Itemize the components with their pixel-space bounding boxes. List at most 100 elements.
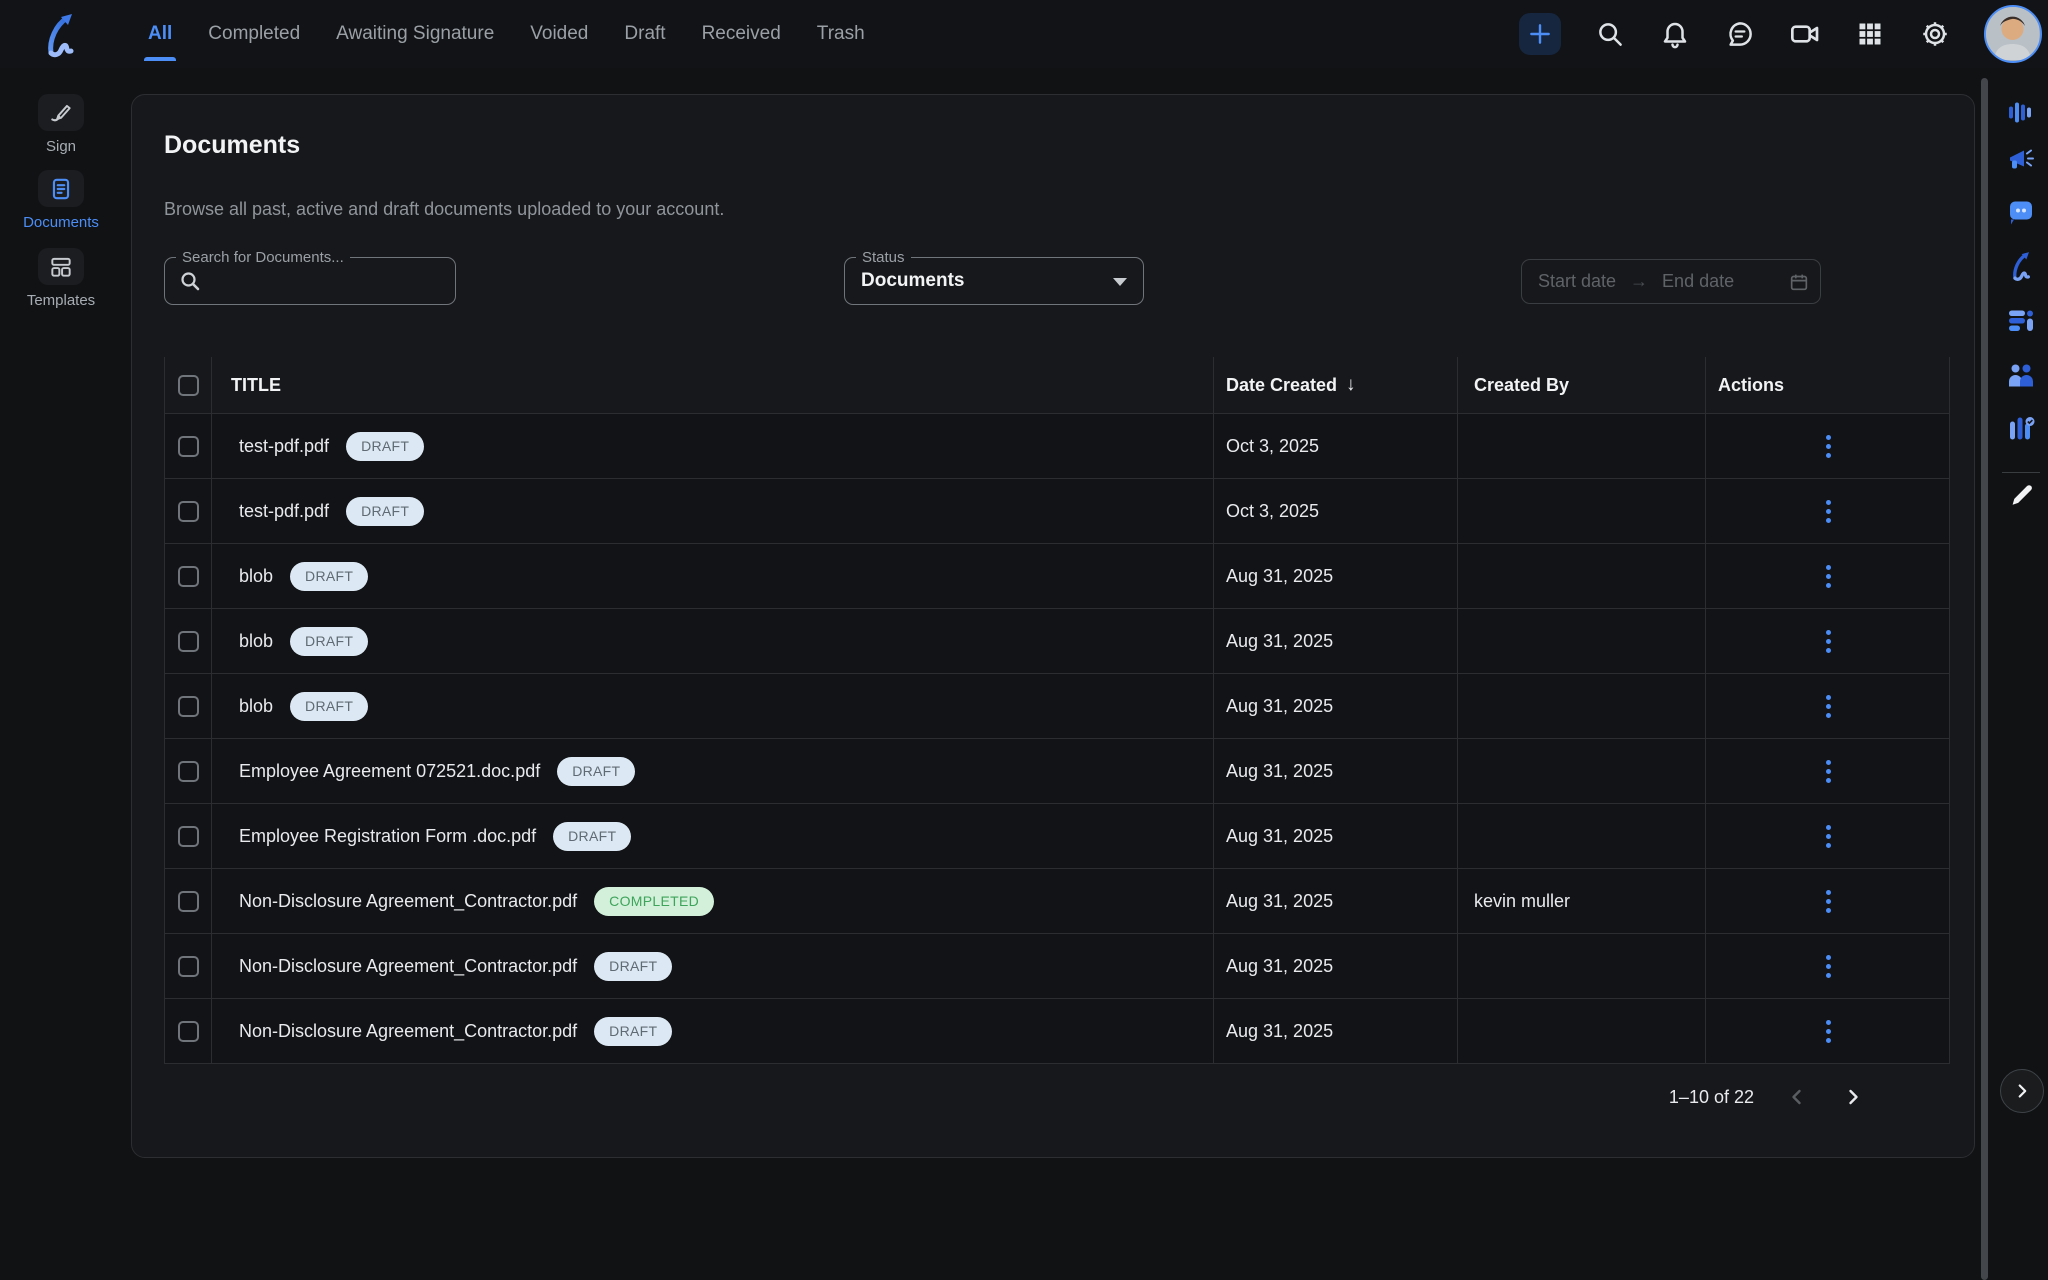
status-badge: DRAFT xyxy=(290,562,368,591)
row-actions-menu-button[interactable] xyxy=(1820,754,1837,789)
tab-trash[interactable]: Trash xyxy=(799,0,883,68)
row-actions-menu-button[interactable] xyxy=(1820,1014,1837,1049)
next-page-button[interactable] xyxy=(1840,1084,1866,1110)
status-badge: DRAFT xyxy=(346,432,424,461)
document-title: Employee Agreement 072521.doc.pdf xyxy=(239,761,540,782)
table-row: Employee Agreement 072521.doc.pdf DRAFT … xyxy=(165,739,1949,804)
status-badge: DRAFT xyxy=(290,692,368,721)
row-actions-menu-button[interactable] xyxy=(1820,689,1837,724)
status-select-label: Status xyxy=(856,249,911,266)
search-input[interactable]: Search for Documents... xyxy=(164,257,456,305)
apps-grid-icon xyxy=(1856,20,1884,48)
row-checkbox[interactable] xyxy=(178,501,199,522)
chevron-down-icon xyxy=(1113,278,1127,286)
column-header-date-created[interactable]: Date Created ↓ xyxy=(1214,357,1458,413)
table-row: blob DRAFT Aug 31, 2025 xyxy=(165,609,1949,674)
sidebar-item-label: Templates xyxy=(27,292,95,309)
row-actions-menu-button[interactable] xyxy=(1820,429,1837,464)
user-avatar[interactable] xyxy=(1984,5,2042,63)
page-scrollbar[interactable] xyxy=(1981,78,1988,1280)
row-checkbox[interactable] xyxy=(178,891,199,912)
row-actions-menu-button[interactable] xyxy=(1820,624,1837,659)
row-checkbox[interactable] xyxy=(178,631,199,652)
template-layout-icon xyxy=(48,254,74,280)
row-date-created: Aug 31, 2025 xyxy=(1226,891,1333,912)
tab-draft[interactable]: Draft xyxy=(606,0,683,68)
sidebar-item-templates[interactable]: Templates xyxy=(0,248,122,309)
document-title: blob xyxy=(239,696,273,717)
status-select[interactable]: Status Documents xyxy=(844,257,1144,305)
sidebar-collapse-button[interactable] xyxy=(2000,1069,2044,1113)
row-checkbox[interactable] xyxy=(178,761,199,782)
tab-voided[interactable]: Voided xyxy=(512,0,606,68)
video-meeting-button[interactable] xyxy=(1789,18,1821,50)
poll-icon[interactable] xyxy=(2006,98,2036,133)
user-photo xyxy=(1986,7,2039,60)
row-checkbox[interactable] xyxy=(178,956,199,977)
select-all-checkbox[interactable] xyxy=(178,375,199,396)
settings-button[interactable] xyxy=(1919,18,1951,50)
table-header: TITLE Date Created ↓ Created By Actions xyxy=(165,357,1949,414)
tab-received[interactable]: Received xyxy=(684,0,799,68)
status-badge: DRAFT xyxy=(594,952,672,981)
status-badge: DRAFT xyxy=(553,822,631,851)
search-icon xyxy=(1595,19,1625,49)
bell-icon xyxy=(1660,19,1690,49)
row-actions-menu-button[interactable] xyxy=(1820,819,1837,854)
row-date-created: Aug 31, 2025 xyxy=(1226,826,1333,847)
document-icon xyxy=(48,176,74,202)
pagination-range: 1–10 of 22 xyxy=(1669,1087,1754,1108)
document-filter-tabs: All Completed Awaiting Signature Voided … xyxy=(130,0,883,68)
table-row: Employee Registration Form .doc.pdf DRAF… xyxy=(165,804,1949,869)
signature-icon[interactable] xyxy=(2005,250,2037,287)
top-bar: All Completed Awaiting Signature Voided … xyxy=(0,0,2048,68)
notifications-button[interactable] xyxy=(1659,18,1691,50)
table-row: blob DRAFT Aug 31, 2025 xyxy=(165,544,1949,609)
app-logo-icon[interactable] xyxy=(36,10,84,58)
chat-button[interactable] xyxy=(1724,18,1756,50)
apps-button[interactable] xyxy=(1854,18,1886,50)
new-document-button[interactable] xyxy=(1519,13,1561,55)
form-list-icon[interactable] xyxy=(2006,306,2036,341)
row-actions-menu-button[interactable] xyxy=(1820,884,1837,919)
sidebar-item-documents[interactable]: Documents xyxy=(0,170,122,231)
previous-page-button[interactable] xyxy=(1784,1084,1810,1110)
sidebar-item-sign[interactable]: Sign xyxy=(0,94,122,155)
page-subtitle: Browse all past, active and draft docume… xyxy=(164,199,724,220)
row-actions-menu-button[interactable] xyxy=(1820,949,1837,984)
date-range-input[interactable]: Start date → End date xyxy=(1521,259,1821,304)
document-title: Employee Registration Form .doc.pdf xyxy=(239,826,536,847)
tab-all[interactable]: All xyxy=(130,0,190,68)
tab-awaiting-signature[interactable]: Awaiting Signature xyxy=(318,0,512,68)
row-checkbox[interactable] xyxy=(178,436,199,457)
chat-screen-icon[interactable] xyxy=(2006,198,2036,233)
table-row: blob DRAFT Aug 31, 2025 xyxy=(165,674,1949,739)
pencil-icon[interactable] xyxy=(2007,480,2035,513)
signature-pen-icon xyxy=(48,100,74,126)
row-date-created: Oct 3, 2025 xyxy=(1226,501,1319,522)
document-title: Non-Disclosure Agreement_Contractor.pdf xyxy=(239,956,577,977)
row-checkbox[interactable] xyxy=(178,566,199,587)
row-date-created: Aug 31, 2025 xyxy=(1226,956,1333,977)
chat-bubble-icon xyxy=(1725,19,1755,49)
page-title: Documents xyxy=(164,131,300,160)
row-actions-menu-button[interactable] xyxy=(1820,494,1837,529)
row-checkbox[interactable] xyxy=(178,826,199,847)
search-input-label: Search for Documents... xyxy=(176,249,350,266)
megaphone-icon[interactable] xyxy=(2006,146,2036,181)
people-icon[interactable] xyxy=(2006,361,2036,396)
video-camera-icon xyxy=(1789,18,1821,50)
tab-completed[interactable]: Completed xyxy=(190,0,318,68)
bar-chart-check-icon[interactable] xyxy=(2006,414,2036,449)
row-checkbox[interactable] xyxy=(178,696,199,717)
pagination: 1–10 of 22 xyxy=(1669,1075,1866,1119)
documents-panel: Documents Browse all past, active and dr… xyxy=(131,94,1975,1158)
row-date-created: Aug 31, 2025 xyxy=(1226,1021,1333,1042)
row-actions-menu-button[interactable] xyxy=(1820,559,1837,594)
status-select-value: Documents xyxy=(861,270,964,292)
search-button[interactable] xyxy=(1594,18,1626,50)
row-checkbox[interactable] xyxy=(178,1021,199,1042)
table-row: Non-Disclosure Agreement_Contractor.pdf … xyxy=(165,934,1949,999)
column-header-created-by: Created By xyxy=(1474,375,1569,396)
status-badge: DRAFT xyxy=(557,757,635,786)
